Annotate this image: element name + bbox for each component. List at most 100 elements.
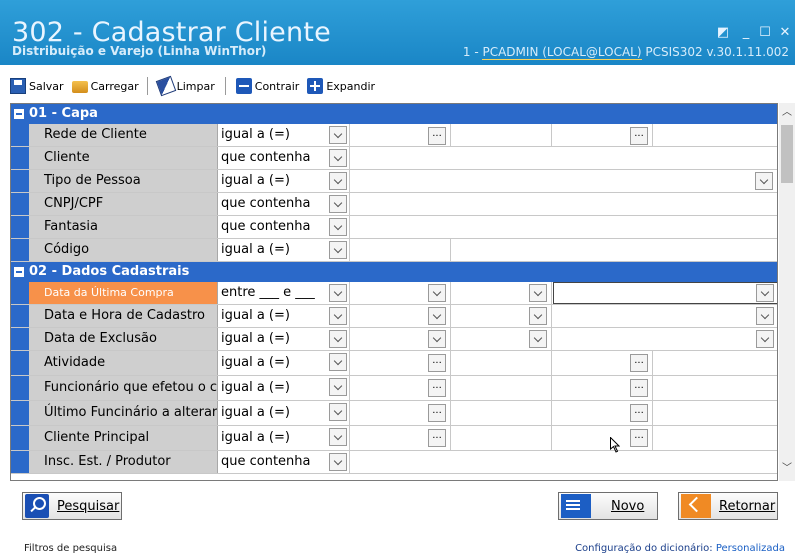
operator-select[interactable]: que contenha bbox=[218, 451, 350, 473]
scroll-up-icon[interactable]: ︿ bbox=[779, 105, 795, 121]
value-field[interactable] bbox=[451, 239, 777, 261]
chevron-down-icon[interactable] bbox=[756, 330, 774, 348]
value-field[interactable] bbox=[350, 451, 777, 473]
value-field[interactable]: ... bbox=[552, 124, 653, 146]
chevron-down-icon[interactable] bbox=[329, 172, 347, 190]
value-select[interactable] bbox=[350, 170, 777, 192]
chevron-down-icon[interactable] bbox=[329, 218, 347, 236]
value-select[interactable] bbox=[552, 328, 777, 350]
ellipsis-button[interactable]: ... bbox=[630, 354, 648, 372]
collapse-section-icon[interactable] bbox=[14, 267, 24, 277]
ellipsis-button[interactable]: ... bbox=[630, 127, 648, 145]
chevron-down-icon[interactable] bbox=[756, 307, 774, 325]
value-field[interactable] bbox=[451, 124, 552, 146]
chevron-down-icon[interactable] bbox=[756, 284, 774, 302]
scrollbar-thumb[interactable] bbox=[781, 125, 793, 183]
chevron-down-icon[interactable] bbox=[329, 126, 347, 144]
clear-button[interactable]: Limpar bbox=[155, 75, 215, 97]
value-select[interactable] bbox=[451, 305, 552, 327]
operator-select[interactable]: que contenha bbox=[218, 147, 350, 169]
operator-select[interactable]: igual a (=) bbox=[218, 401, 350, 425]
value-field[interactable]: ... bbox=[350, 351, 451, 375]
user-link[interactable]: PCADMIN (LOCAL@LOCAL) bbox=[482, 45, 642, 60]
chevron-down-icon[interactable] bbox=[329, 307, 347, 325]
chevron-down-icon[interactable] bbox=[329, 403, 347, 421]
value-select-focused[interactable] bbox=[553, 282, 777, 304]
dictionary-value-link[interactable]: Personalizada bbox=[716, 543, 785, 554]
value-field[interactable] bbox=[451, 401, 552, 425]
section-header-capa[interactable]: 01 - Capa bbox=[11, 104, 777, 124]
minimize-icon[interactable]: _ bbox=[737, 26, 755, 40]
chevron-down-icon[interactable] bbox=[329, 241, 347, 259]
chevron-down-icon[interactable] bbox=[428, 330, 446, 348]
chevron-down-icon[interactable] bbox=[329, 428, 347, 446]
chevron-down-icon[interactable] bbox=[329, 453, 347, 471]
operator-select[interactable]: que contenha bbox=[218, 193, 350, 215]
value-field[interactable] bbox=[451, 351, 552, 375]
ellipsis-button[interactable]: ... bbox=[630, 429, 648, 447]
operator-select[interactable]: igual a (=) bbox=[218, 426, 350, 450]
section-header-dados-cadastrais[interactable]: 02 - Dados Cadastrais bbox=[11, 262, 777, 282]
value-field[interactable]: ... bbox=[350, 376, 451, 400]
operator-select[interactable]: igual a (=) bbox=[218, 124, 350, 146]
chevron-down-icon[interactable] bbox=[755, 172, 773, 190]
value-select[interactable] bbox=[451, 328, 552, 350]
value-field[interactable] bbox=[350, 193, 777, 215]
save-button[interactable]: Salvar bbox=[10, 78, 64, 94]
chevron-down-icon[interactable] bbox=[329, 378, 347, 396]
value-field[interactable] bbox=[451, 426, 552, 450]
expand-button[interactable]: Expandir bbox=[307, 78, 375, 94]
ellipsis-button[interactable]: ... bbox=[630, 379, 648, 397]
value-field[interactable]: ... bbox=[552, 401, 653, 425]
restore-icon[interactable]: ◩ bbox=[714, 26, 732, 40]
scroll-down-icon[interactable]: ﹀ bbox=[779, 461, 795, 477]
chevron-down-icon[interactable] bbox=[428, 307, 446, 325]
collapse-button[interactable]: Contrair bbox=[235, 78, 299, 94]
value-select[interactable] bbox=[350, 305, 451, 327]
value-field[interactable]: ... bbox=[552, 426, 653, 450]
value-field[interactable]: ... bbox=[350, 124, 451, 146]
operator-select[interactable]: igual a (=) bbox=[218, 376, 350, 400]
back-button[interactable]: Retornar bbox=[678, 492, 778, 520]
chevron-down-icon[interactable] bbox=[428, 284, 446, 302]
operator-select[interactable]: entre ___ e ___ bbox=[218, 282, 350, 304]
chevron-down-icon[interactable] bbox=[329, 330, 347, 348]
operator-select[interactable]: igual a (=) bbox=[218, 239, 350, 261]
value-field[interactable] bbox=[350, 239, 451, 261]
operator-select[interactable]: que contenha bbox=[218, 216, 350, 238]
value-select[interactable] bbox=[552, 305, 777, 327]
ellipsis-button[interactable]: ... bbox=[428, 354, 446, 372]
operator-select[interactable]: igual a (=) bbox=[218, 328, 350, 350]
operator-select[interactable]: igual a (=) bbox=[218, 170, 350, 192]
vertical-scrollbar[interactable]: ︿ ﹀ bbox=[779, 103, 795, 481]
ellipsis-button[interactable]: ... bbox=[428, 429, 446, 447]
value-field[interactable] bbox=[350, 216, 777, 238]
value-select[interactable] bbox=[350, 282, 451, 304]
value-field[interactable]: ... bbox=[552, 351, 653, 375]
load-button[interactable]: Carregar bbox=[71, 79, 139, 93]
chevron-down-icon[interactable] bbox=[329, 284, 347, 302]
chevron-down-icon[interactable] bbox=[529, 284, 547, 302]
collapse-section-icon[interactable] bbox=[14, 109, 24, 119]
new-button[interactable]: Novo bbox=[558, 492, 658, 520]
chevron-down-icon[interactable] bbox=[529, 307, 547, 325]
operator-select[interactable]: igual a (=) bbox=[218, 305, 350, 327]
chevron-down-icon[interactable] bbox=[329, 195, 347, 213]
ellipsis-button[interactable]: ... bbox=[428, 379, 446, 397]
value-select[interactable] bbox=[451, 282, 552, 304]
ellipsis-button[interactable]: ... bbox=[630, 404, 648, 422]
value-field[interactable] bbox=[350, 147, 777, 169]
close-icon[interactable]: ✕ bbox=[776, 26, 794, 40]
chevron-down-icon[interactable] bbox=[529, 330, 547, 348]
chevron-down-icon[interactable] bbox=[329, 149, 347, 167]
value-select[interactable] bbox=[350, 328, 451, 350]
ellipsis-button[interactable]: ... bbox=[428, 404, 446, 422]
chevron-down-icon[interactable] bbox=[329, 353, 347, 371]
maximize-icon[interactable]: ☐ bbox=[756, 26, 774, 40]
operator-select[interactable]: igual a (=) bbox=[218, 351, 350, 375]
ellipsis-button[interactable]: ... bbox=[428, 127, 446, 145]
value-field[interactable] bbox=[451, 376, 552, 400]
value-field[interactable]: ... bbox=[552, 376, 653, 400]
search-button[interactable]: Pesquisar bbox=[22, 492, 122, 520]
value-field[interactable]: ... bbox=[350, 426, 451, 450]
